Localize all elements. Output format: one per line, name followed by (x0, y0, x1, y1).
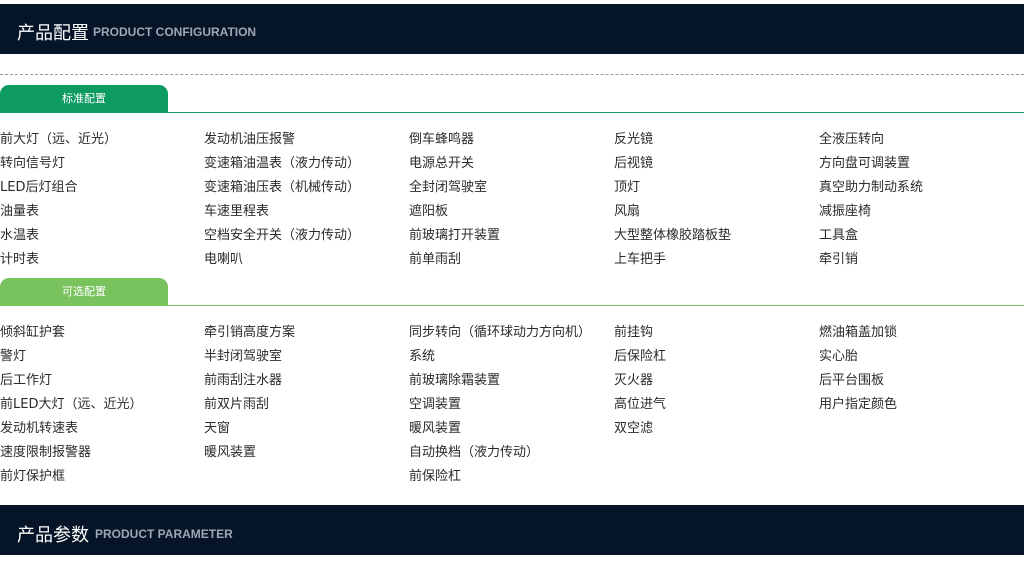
section-title-en: PRODUCT PARAMETER (95, 527, 233, 541)
product-configuration-header: 产品配置 PRODUCT CONFIGURATION (0, 4, 1024, 54)
config-item: LED后灯组合 (0, 180, 78, 195)
config-item: 上车把手 (614, 252, 667, 267)
config-item: 暖风装置 (409, 421, 462, 436)
config-item: 后工作灯 (0, 373, 53, 388)
config-item: 水温表 (0, 228, 40, 243)
config-item: 电源总开关 (409, 156, 475, 171)
config-item: 大型整体橡胶踏板垫 (614, 228, 732, 243)
product-parameter-header: 产品参数 PRODUCT PARAMETER (0, 505, 1024, 555)
config-item: 电喇叭 (204, 252, 244, 267)
config-item: 遮阳板 (409, 204, 449, 219)
config-item: 计时表 (0, 252, 40, 267)
config-item: 发动机油压报警 (204, 132, 296, 147)
config-item: 顶灯 (614, 180, 641, 195)
config-item: 速度限制报警器 (0, 445, 92, 460)
config-item: 前玻璃打开装置 (409, 228, 501, 243)
config-item: 牵引销高度方案 (204, 325, 296, 340)
config-item: 工具盒 (819, 228, 859, 243)
config-item: 前保险杠 (409, 469, 462, 484)
config-item: 前雨刮注水器 (204, 373, 283, 388)
config-item: 自动换档（液力传动） (409, 445, 540, 460)
config-item: 全封闭驾驶室 (409, 180, 488, 195)
config-item: 警灯 (0, 349, 27, 364)
config-item: 倒车蜂鸣器 (409, 132, 475, 147)
tab-optional-config[interactable]: 可选配置 (0, 278, 168, 306)
config-item: 空档安全开关（液力传动） (204, 228, 361, 243)
section-title-en: PRODUCT CONFIGURATION (93, 25, 257, 39)
config-item: 方向盘可调装置 (819, 156, 911, 171)
config-item: 前双片雨刮 (204, 397, 270, 412)
config-item: 双空滤 (614, 421, 654, 436)
config-item: 后保险杠 (614, 349, 667, 364)
config-item: 发动机转速表 (0, 421, 79, 436)
config-item: 前玻璃除霜装置 (409, 373, 501, 388)
config-item: 同步转向（循环球动力方向机） (409, 325, 592, 340)
config-item: 牵引销 (819, 252, 859, 267)
config-item: 系统 (409, 349, 436, 364)
config-item: 燃油箱盖加锁 (819, 325, 898, 340)
config-item: 天窗 (204, 421, 231, 436)
dashed-divider (0, 74, 1024, 75)
tab-underline-optional (0, 305, 1024, 306)
config-item: 转向信号灯 (0, 156, 66, 171)
config-item: 前灯保护框 (0, 469, 66, 484)
config-item: 空调装置 (409, 397, 462, 412)
config-item: 前挂钩 (614, 325, 654, 340)
section-title-cn: 产品参数 (17, 525, 89, 546)
config-item: 油量表 (0, 204, 40, 219)
config-item: 倾斜缸护套 (0, 325, 66, 340)
config-item: 半封闭驾驶室 (204, 349, 283, 364)
config-item: 全液压转向 (819, 132, 885, 147)
config-item: 用户指定颜色 (819, 397, 898, 412)
config-item: 风扇 (614, 204, 641, 219)
config-item: 车速里程表 (204, 204, 270, 219)
config-item: 减振座椅 (819, 204, 872, 219)
config-item: 真空助力制动系统 (819, 180, 924, 195)
tab-underline-standard (0, 112, 1024, 113)
config-item: 暖风装置 (204, 445, 257, 460)
config-item: 变速箱油温表（液力传动） (204, 156, 361, 171)
section-title-cn: 产品配置 (17, 23, 89, 44)
config-item: 前LED大灯（远、近光） (0, 397, 143, 412)
config-item: 前大灯（远、近光） (0, 132, 118, 147)
config-item: 后平台围板 (819, 373, 885, 388)
config-item: 反光镜 (614, 132, 654, 147)
config-item: 高位进气 (614, 397, 667, 412)
config-item: 变速箱油压表（机械传动） (204, 180, 361, 195)
config-item: 实心胎 (819, 349, 859, 364)
tab-standard-config[interactable]: 标准配置 (0, 85, 168, 113)
config-item: 灭火器 (614, 373, 654, 388)
config-item: 前单雨刮 (409, 252, 462, 267)
config-item: 后视镜 (614, 156, 654, 171)
